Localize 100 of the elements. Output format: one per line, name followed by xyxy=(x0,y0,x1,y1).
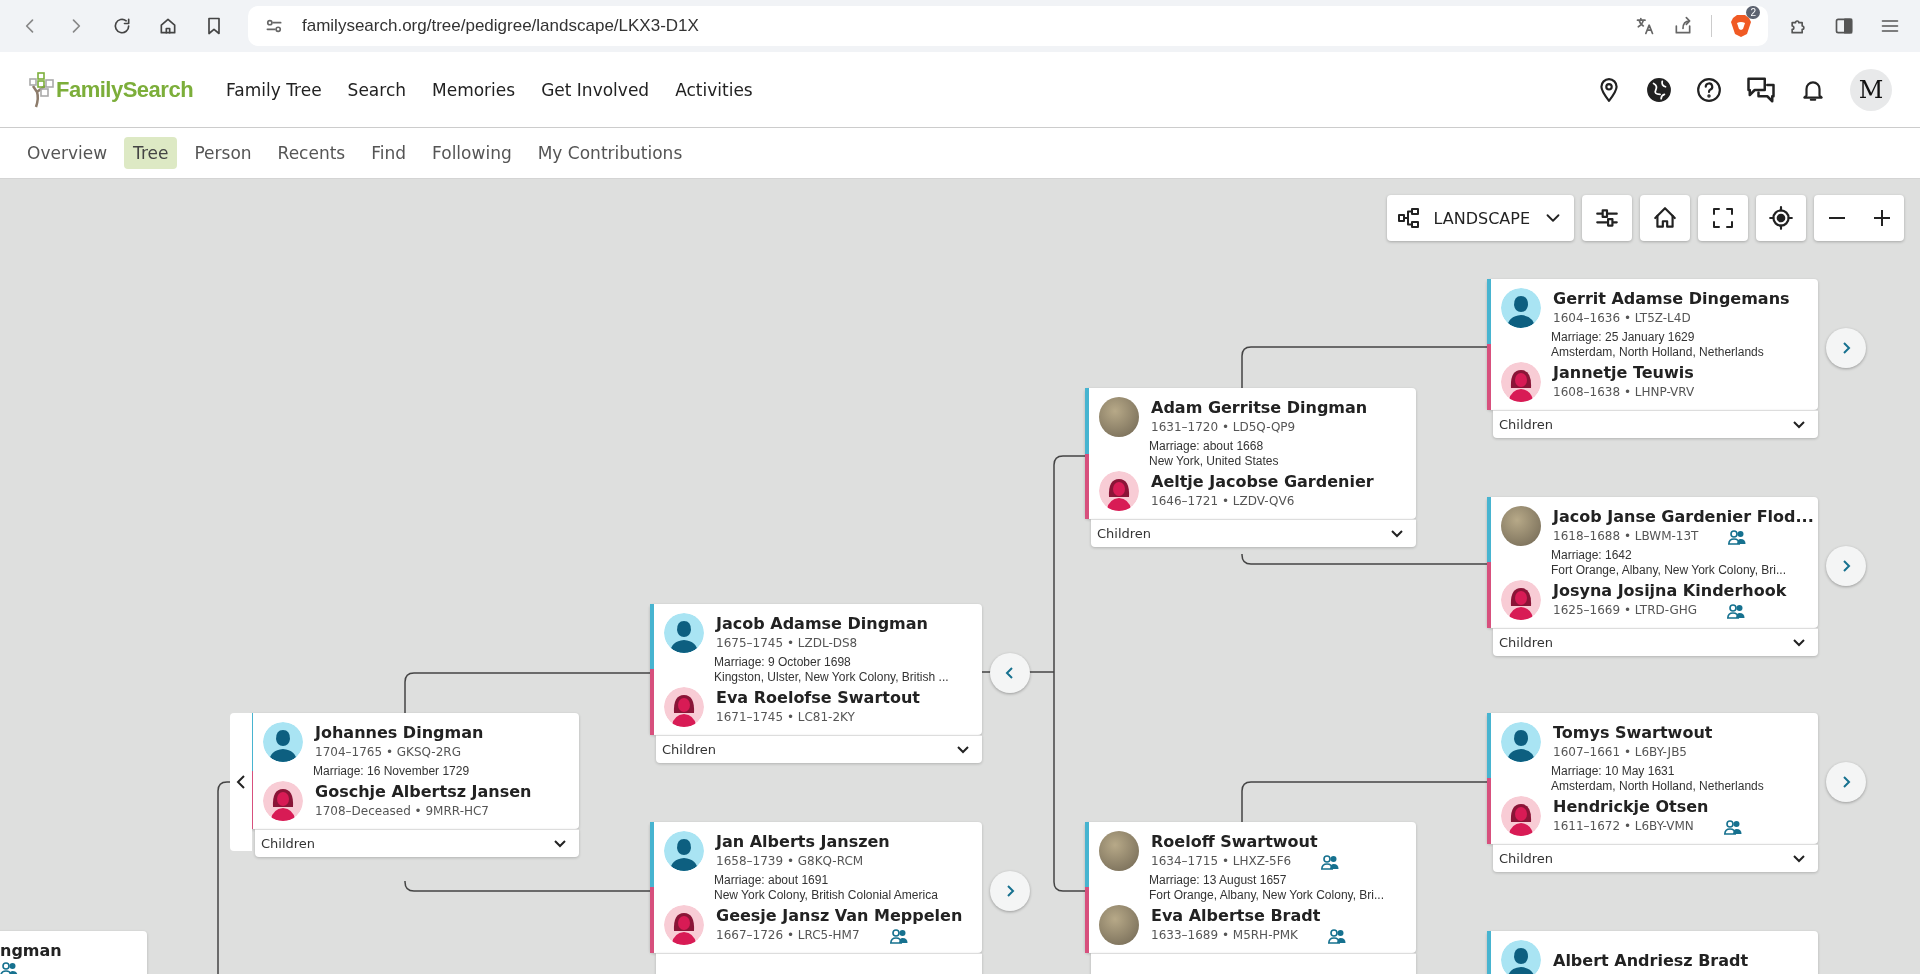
subnav-tab[interactable]: Recents xyxy=(268,137,355,169)
children-dropdown[interactable]: Children xyxy=(255,829,579,857)
globe-icon[interactable] xyxy=(1646,76,1672,103)
url-text: familysearch.org/tree/pedigree/landscape/LKX3-D1X xyxy=(302,16,700,36)
person-name[interactable]: Eva Roelofse Swartout xyxy=(716,687,920,708)
translate-icon[interactable] xyxy=(1635,16,1655,36)
marriage-date: Marriage: about 1691 xyxy=(714,873,829,888)
person-vitals: 1625–1669 • LTRD-GHG xyxy=(1553,602,1698,619)
children-dropdown[interactable]: Children xyxy=(1493,844,1818,872)
marriage-place: Amsterdam, North Holland, Netherlands xyxy=(1551,779,1764,794)
people-icon[interactable] xyxy=(1723,818,1742,835)
female-avatar-icon xyxy=(664,687,704,727)
female-avatar-icon xyxy=(1501,580,1541,620)
home-button[interactable] xyxy=(1640,195,1690,241)
user-avatar[interactable]: M xyxy=(1850,68,1892,111)
person-vitals: 1646–1721 • LZDV-QV6 xyxy=(1151,493,1295,510)
person-vitals: 1671–1745 • LC81-2KY xyxy=(716,709,855,726)
person-vitals: 1604–1636 • LT5Z-L4D xyxy=(1553,310,1691,327)
people-icon[interactable] xyxy=(1327,927,1346,944)
marriage-date: Marriage: 25 January 1629 xyxy=(1551,330,1695,345)
person-name[interactable]: Albert Andriesz Bradt xyxy=(1553,949,1749,971)
chevron-down-icon xyxy=(1792,853,1806,864)
subnav-tab[interactable]: Overview xyxy=(18,137,117,169)
marriage-place: Kingston, Ulster, New York Colony, British ... xyxy=(714,670,949,685)
photo-placeholder xyxy=(1099,397,1139,437)
people-icon[interactable] xyxy=(0,961,18,974)
subnav-tab[interactable]: Tree xyxy=(124,137,178,169)
children-dropdown[interactable]: Children xyxy=(656,735,982,763)
people-icon[interactable] xyxy=(1728,528,1747,545)
chevron-down-icon xyxy=(1792,419,1806,430)
nav-link[interactable]: Search xyxy=(334,71,419,108)
sidebar-icon[interactable] xyxy=(1834,16,1854,36)
female-avatar-icon xyxy=(1099,471,1139,511)
person-name[interactable]: Eva Albertse Bradt xyxy=(1151,905,1321,926)
person-name[interactable]: Goschje Albertsz Jansen xyxy=(315,781,532,802)
filter-settings-button[interactable] xyxy=(1582,195,1632,241)
person-name[interactable]: Jan Alberts Janszen xyxy=(716,831,890,852)
home-icon[interactable] xyxy=(158,16,178,36)
reload-icon[interactable] xyxy=(112,16,132,36)
chevron-down-icon xyxy=(1390,528,1404,539)
person-name[interactable]: Tomys Swartwout xyxy=(1553,722,1713,743)
plus-icon xyxy=(1873,210,1890,226)
view-dropdown[interactable]: LANDSCAPE xyxy=(1387,195,1574,241)
subnav-tab[interactable]: My Contributions xyxy=(528,137,692,169)
fullscreen-button[interactable] xyxy=(1698,195,1748,241)
person-name[interactable]: Adam Gerritse Dingman xyxy=(1151,397,1368,418)
nav-link[interactable]: Activities xyxy=(662,71,766,108)
tree-view-icon xyxy=(1397,206,1422,230)
locate-button[interactable] xyxy=(1756,195,1806,241)
subnav-tab[interactable]: Find xyxy=(362,137,416,169)
male-avatar-icon xyxy=(664,831,704,871)
male-avatar-icon xyxy=(664,613,704,653)
fullscreen-icon xyxy=(1711,206,1735,230)
people-icon[interactable] xyxy=(1727,602,1746,619)
marriage-place: New York, United States xyxy=(1149,454,1279,469)
marriage-date: Marriage: 9 October 1698 xyxy=(714,655,851,670)
chevron-down-icon xyxy=(956,744,970,755)
male-avatar-icon xyxy=(1501,722,1541,762)
female-avatar-icon xyxy=(664,905,704,945)
chevron-down-icon xyxy=(553,838,567,849)
person-vitals: 1704–1765 • GKSQ-2RG xyxy=(315,744,461,761)
nav-link[interactable]: Family Tree xyxy=(213,71,335,108)
people-icon[interactable] xyxy=(889,927,908,944)
people-icon[interactable] xyxy=(1321,853,1340,870)
marriage-place: New York Colony, British Colonial America xyxy=(714,888,938,903)
male-avatar-icon xyxy=(1501,940,1541,974)
person-name[interactable]: Jacob Adamse Dingman xyxy=(716,613,928,634)
children-dropdown[interactable]: Children xyxy=(1493,410,1818,438)
male-avatar-icon xyxy=(1501,288,1541,328)
photo-placeholder xyxy=(1099,831,1139,871)
children-dropdown[interactable]: Children xyxy=(1091,519,1416,547)
person-name[interactable]: Roeloff Swartwout xyxy=(1151,831,1318,852)
person-name[interactable]: Aeltje Jacobse Gardenier xyxy=(1151,471,1374,492)
nav-link[interactable]: Memories xyxy=(419,71,529,108)
person-name[interactable]: Hendrickje Otsen xyxy=(1553,796,1709,817)
female-avatar-icon xyxy=(263,781,303,821)
person-vitals: 1633–1689 • M5RH-PMK xyxy=(1151,927,1298,944)
person-name[interactable]: ngman xyxy=(0,940,62,961)
photo-placeholder xyxy=(1099,905,1139,945)
subnav-tab[interactable]: Person xyxy=(185,137,261,169)
address-bar[interactable]: familysearch.org/tree/pedigree/landscape/LKX3-D1X 2 xyxy=(248,6,1768,46)
person-name[interactable]: Jannetje Teuwis xyxy=(1553,362,1694,383)
home-icon xyxy=(1652,205,1678,231)
marriage-place: Fort Orange, Albany, New York Colony, Bri... xyxy=(1551,563,1786,578)
person-name[interactable]: Josyna Josijna Kinderhook xyxy=(1553,580,1787,601)
subnav-tab[interactable]: Following xyxy=(423,137,521,169)
person-name[interactable]: Gerrit Adamse Dingemans xyxy=(1553,288,1790,309)
chevron-icon xyxy=(235,774,247,790)
shields-count-badge: 2 xyxy=(1746,6,1760,19)
share-icon[interactable] xyxy=(1673,16,1693,36)
person-vitals: 1618–1688 • LBWM-13T xyxy=(1553,528,1699,545)
person-name[interactable]: Geesje Jansz Van Meppelen xyxy=(716,905,963,926)
person-name[interactable]: Jacob Janse Gardenier Flod... xyxy=(1553,506,1814,527)
nav-link[interactable]: Get Involved xyxy=(528,71,663,108)
marriage-date: Marriage: 1642 xyxy=(1551,548,1632,563)
crosshair-icon xyxy=(1768,205,1794,231)
marriage-place: Fort Orange, Albany, New York Colony, Bri... xyxy=(1149,888,1384,903)
help-icon[interactable] xyxy=(1696,76,1722,103)
person-name[interactable]: Johannes Dingman xyxy=(315,722,484,743)
children-dropdown[interactable]: Children xyxy=(1493,628,1818,656)
